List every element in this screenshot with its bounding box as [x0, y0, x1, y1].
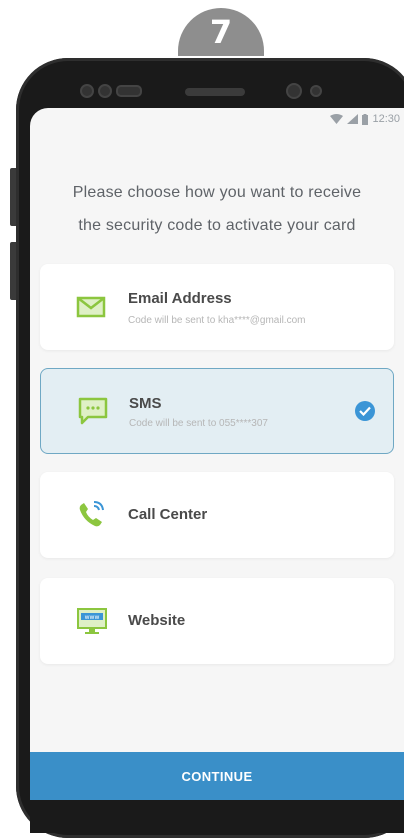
option-call-center[interactable]: Call Center [40, 472, 394, 558]
battery-icon [362, 113, 369, 125]
wifi-icon [330, 114, 344, 124]
instruction-line-2: the security code to activate your card [78, 217, 356, 234]
mail-icon [76, 292, 110, 322]
option-sms[interactable]: SMS Code will be sent to 055****307 [40, 368, 394, 454]
phone-sensor-3 [116, 85, 142, 97]
option-email-subtitle: Code will be sent to kha****@gmail.com [128, 315, 306, 326]
sms-bubble-icon [77, 396, 111, 426]
option-website-title: Website [128, 612, 186, 629]
svg-text:www: www [85, 614, 100, 621]
phone-screen: 12:30 Please choose how you want to rece… [30, 108, 404, 788]
phone-call-icon [76, 500, 110, 530]
instruction-line-1: Please choose how you want to receive [72, 184, 362, 201]
phone-sensor-2 [98, 84, 112, 98]
instruction-text: Please choose how you want to receive th… [30, 176, 404, 242]
checkmark-icon [355, 401, 375, 421]
phone-sensor-1 [80, 84, 94, 98]
option-email[interactable]: Email Address Code will be sent to kha**… [40, 264, 394, 350]
option-call-center-title: Call Center [128, 506, 208, 523]
option-email-title: Email Address [128, 290, 232, 307]
front-camera [286, 83, 302, 99]
phone-bottom-bezel [30, 800, 404, 833]
option-website[interactable]: www Website [40, 578, 394, 664]
option-sms-subtitle: Code will be sent to 055****307 [129, 418, 268, 429]
status-time: 12:30 [372, 113, 400, 125]
phone-speaker [185, 88, 245, 96]
www-monitor-icon: www [76, 606, 110, 636]
status-bar: 12:30 [330, 108, 404, 130]
step-number-badge: 7 [178, 8, 264, 56]
phone-sensor-4 [310, 85, 322, 97]
step-number: 7 [209, 13, 233, 51]
continue-label: CONTINUE [181, 768, 253, 784]
option-sms-title: SMS [129, 395, 162, 412]
continue-button[interactable]: CONTINUE [30, 752, 404, 800]
signal-icon [347, 114, 359, 124]
